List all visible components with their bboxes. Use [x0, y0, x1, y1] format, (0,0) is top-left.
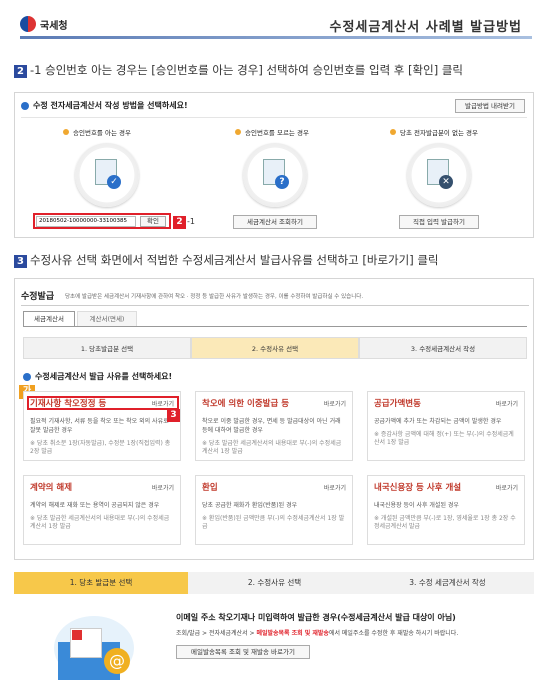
progress-steps: 1. 당초발급분 선택 2. 수정사유 선택 3. 수정세금계산서 작성 [23, 337, 527, 359]
go-link[interactable]: 바로가기 [496, 483, 518, 492]
card-desc: 공급가액에 추가 또는 차감되는 금액이 발생한 경우 [374, 418, 502, 425]
card-title: 내국신용장 등 사후 개설 [374, 483, 462, 493]
header-divider [20, 36, 532, 39]
bottom-progress: 1. 당초 발급분 선택 2. 수정사유 선택 3. 수정 세금계산서 작성 [14, 572, 534, 594]
tab-tax-invoice[interactable]: 세금계산서 [23, 311, 75, 327]
card-desc: 당초 공급한 재화가 환입(반품)된 경우 [202, 502, 298, 509]
panel1-divider [21, 117, 527, 118]
method-select-panel: 수정 전자세금계산서 작성 방법을 선택하세요! 발급방법 내려받기 승인번호를… [14, 92, 534, 238]
direct-input-button[interactable]: 직접 입력 발급하기 [399, 215, 479, 229]
bottom-step-1: 1. 당초 발급분 선택 [14, 572, 188, 594]
card-title: 착오에 의한 이중발급 등 [202, 399, 290, 409]
card-desc: 내국신용장 등이 사후 개설된 경우 [374, 502, 459, 509]
at-sign-icon: @ [104, 648, 130, 674]
nts-logo: 국세청 [20, 16, 68, 32]
col2-label: 승인번호를 모르는 경우 [235, 127, 309, 137]
step2-title: 2 -1 승인번호 아는 경우는 [승인번호를 아는 경우] 선택하여 승인번호를… [14, 62, 463, 78]
card-title: 공급가액변동 [374, 399, 421, 409]
progress-step-3: 3. 수정세금계산서 작성 [359, 337, 527, 359]
check-icon: ✓ [107, 175, 121, 189]
card-title: 환입 [202, 483, 218, 493]
panel1-heading: 수정 전자세금계산서 작성 방법을 선택하세요! [21, 100, 188, 111]
bottom-step-3: 3. 수정 세금계산서 작성 [409, 578, 486, 587]
reason-select-panel: 수정발급 당초에 발급받은 세금계산서 기재사항에 관하여 착오 · 정정 등 … [14, 278, 534, 560]
flag-icon [72, 630, 82, 640]
bullet-icon [23, 372, 31, 381]
card-note: ※ 환입(반품)된 금액만큼 부(-)의 수정세금계산서 1장 발급 [202, 515, 345, 530]
search-invoice-button[interactable]: 세금계산서 조회하기 [233, 215, 317, 229]
panel2-divider [21, 305, 529, 306]
reason-card-price-change[interactable]: 공급가액변동 바로가기 공급가액에 추가 또는 차감되는 금액이 발생한 경우 ※… [367, 391, 525, 461]
approval-number-input[interactable] [36, 215, 136, 227]
card-desc: 필요적 기재사항, 서류 등을 착오 또는 착오 외의 사유로 잘못 발급한 경… [30, 418, 169, 434]
emblem-icon [20, 16, 36, 32]
dot-icon [235, 129, 241, 135]
question-icon: ? [275, 175, 289, 189]
marker-3: 3 [167, 409, 180, 422]
email-resend-button[interactable]: 메일발송목록 조회 및 재발송 바로가기 [176, 645, 310, 659]
go-link[interactable]: 바로가기 [324, 399, 346, 408]
reason-card-return[interactable]: 환입 바로가기 당초 공급한 재화가 환입(반품)된 경우 ※ 환입(반품)된 금… [195, 475, 353, 545]
col1-label: 승인번호를 아는 경우 [63, 127, 131, 137]
step3-title: 3 수정사유 선택 화면에서 적법한 수정세금계산서 발급사유를 선택하고 [바로… [14, 252, 439, 268]
progress-step-1: 1. 당초발급분 선택 [23, 337, 191, 359]
approval-input-highlight: 확인 [33, 213, 171, 229]
reason-card-local-lc[interactable]: 내국신용장 등 사후 개설 바로가기 내국신용장 등이 사후 개설된 경우 ※ 개… [367, 475, 525, 545]
card-note: ※ 증감사항 금액에 대해 정(+) 또는 부(-)의 수정세금계산서 1장 발… [374, 431, 514, 446]
no-original-graphic[interactable]: ✕ [407, 143, 471, 207]
card-highlight-box [27, 396, 179, 410]
tab-underline [23, 326, 527, 327]
email-title: 이메일 주소 착오기재나 미입력하여 발급한 경우(수정세금계산서 발급 대상이… [176, 613, 456, 622]
card-note: ※ 개설된 금액만큼 부(-)로 1장, 영세율로 1장 총 2장 수정세금계산… [374, 515, 516, 530]
marker-suffix: -1 [187, 217, 195, 226]
dot-icon [390, 129, 396, 135]
email-illustration: @ [40, 612, 150, 686]
panel2-title: 수정발급 [21, 292, 55, 302]
reason-card-duplicate[interactable]: 착오에 의한 이중발급 등 바로가기 착오로 이중 발급한 경우, 면세 등 발급… [195, 391, 353, 461]
panel2-desc: 당초에 발급받은 세금계산서 기재사항에 관하여 착오 · 정정 등 발급한 사… [65, 294, 364, 300]
card-desc: 계약의 해제로 재화 또는 용역이 공급되지 않은 경우 [30, 502, 160, 509]
tab-tax-exempt[interactable]: 계산서(면세) [77, 311, 137, 327]
dot-icon [63, 129, 69, 135]
x-icon: ✕ [439, 175, 453, 189]
card-note: ※ 당초 발급한 세금계산서의 내용대로 부(-)의 수정세금계산서 1장 발급 [202, 440, 342, 455]
card-note: ※ 당초 발급한 세금계산서의 내용대로 부(-)의 수정세금계산서 1장 발급 [30, 515, 170, 530]
marker-2: 2 [173, 216, 186, 229]
approval-known-graphic[interactable]: ✓ [75, 143, 139, 207]
approval-unknown-graphic[interactable]: ? [243, 143, 307, 207]
email-body: 조회/발급 > 전자세금계산서 > 메일발송목록 조회 및 재발송에서 메일주소… [176, 630, 459, 637]
confirm-button[interactable]: 확인 [140, 215, 166, 227]
go-link[interactable]: 바로가기 [496, 399, 518, 408]
card-note: ※ 당초 취소분 1장(자동발급), 수정분 1장(직접입력) 총 2장 발급 [30, 440, 171, 455]
card-desc: 착오로 이중 발급한 경우, 면세 등 발급대상이 아닌 거래 등에 대하여 발… [202, 418, 341, 434]
reason-card-cancellation[interactable]: 계약의 해제 바로가기 계약의 해제로 재화 또는 용역이 공급되지 않은 경우 … [23, 475, 181, 545]
bullet-icon [21, 101, 29, 110]
reason-heading: 수정세금계산서 발급 사유를 선택하세요! [23, 371, 172, 382]
download-guide-button[interactable]: 발급방법 내려받기 [455, 99, 525, 113]
card-title: 계약의 해제 [30, 483, 73, 493]
page-title: 수정세금계산서 사례별 발급방법 [329, 20, 522, 35]
bottom-step-2: 2. 수정사유 선택 [247, 578, 302, 587]
go-link[interactable]: 바로가기 [324, 483, 346, 492]
col3-label: 당초 전자발급분이 없는 경우 [390, 127, 478, 137]
go-link[interactable]: 바로가기 [152, 483, 174, 492]
progress-step-2: 2. 수정사유 선택 [191, 337, 359, 359]
